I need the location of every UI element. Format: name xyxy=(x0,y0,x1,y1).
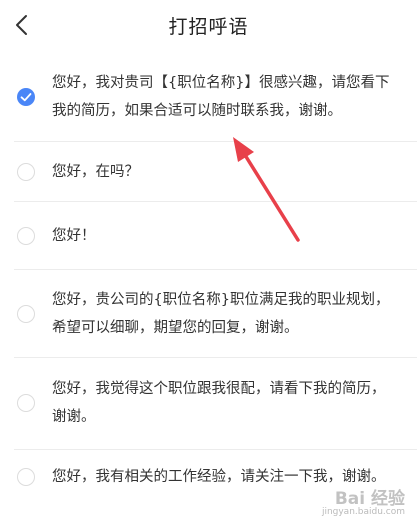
page-title: 打招呼语 xyxy=(168,16,249,38)
greeting-text: 您好，在吗？ xyxy=(52,164,139,180)
watermark: Bai 经验 jingyan.baidu.com xyxy=(321,489,405,519)
radio-unchecked[interactable] xyxy=(17,227,35,245)
greeting-option-3[interactable]: 您好！ xyxy=(0,202,417,270)
greeting-option-2[interactable]: 您好，在吗？ xyxy=(0,142,417,202)
radio-checked[interactable] xyxy=(17,88,35,106)
greeting-text: 您好，我觉得这个职位跟我很配，请看下我的简历，谢谢。 xyxy=(52,381,386,425)
greeting-option-1[interactable]: 您好，我对贵司【{职位名称}】很感兴趣，请您看下我的简历，如果合适可以随时联系我… xyxy=(0,52,417,142)
greeting-text: 您好，我有相关的工作经验，请关注一下我，谢谢。 xyxy=(52,469,386,485)
radio-unchecked[interactable] xyxy=(17,468,35,486)
radio-unchecked[interactable] xyxy=(17,163,35,181)
greeting-text: 您好！ xyxy=(52,228,96,244)
greeting-text: 您好，我对贵司【{职位名称}】很感兴趣，请您看下我的简历，如果合适可以随时联系我… xyxy=(52,75,390,119)
greeting-text: 您好，贵公司的{职位名称}职位满足我的职业规划，希望可以细聊，期望您的回复，谢谢… xyxy=(52,292,390,336)
watermark-url: jingyan.baidu.com xyxy=(321,507,405,517)
header-bar: 打招呼语 xyxy=(0,0,417,50)
checkmark-icon xyxy=(20,93,32,102)
greeting-option-5[interactable]: 您好，我觉得这个职位跟我很配，请看下我的简历，谢谢。 xyxy=(0,358,417,450)
radio-unchecked[interactable] xyxy=(17,305,35,323)
watermark-brand: Bai 经验 xyxy=(334,489,405,509)
greeting-option-4[interactable]: 您好，贵公司的{职位名称}职位满足我的职业规划，希望可以细聊，期望您的回复，谢谢… xyxy=(0,270,417,358)
radio-unchecked[interactable] xyxy=(17,394,35,412)
